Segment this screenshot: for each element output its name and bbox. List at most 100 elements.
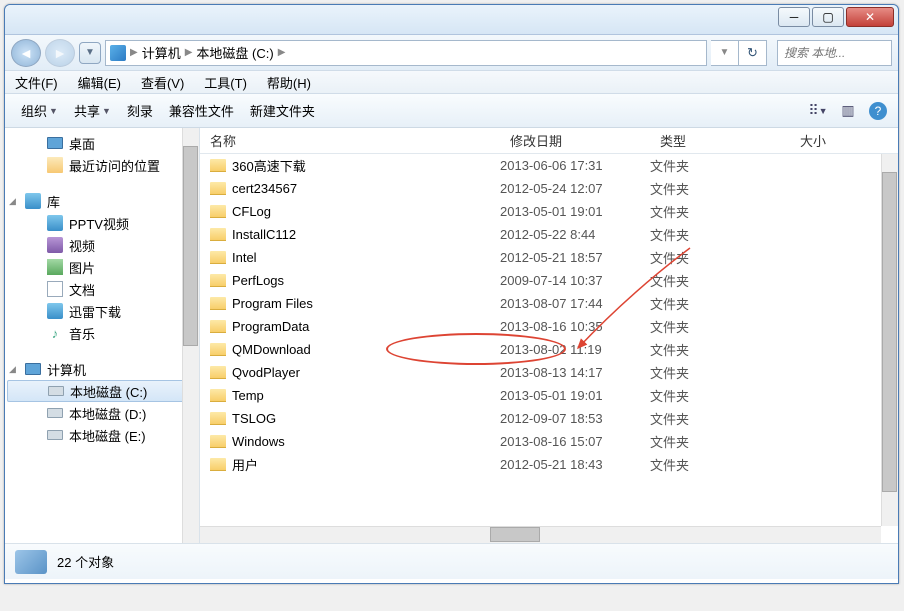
scrollbar-thumb[interactable] — [490, 527, 540, 542]
folder-icon — [210, 182, 226, 195]
menu-file[interactable]: 文件(F) — [5, 73, 68, 92]
file-row[interactable]: CFLog2013-05-01 19:01文件夹 — [200, 200, 898, 223]
column-name[interactable]: 名称 — [200, 131, 500, 150]
history-dropdown[interactable]: ▼ — [79, 42, 101, 64]
sidebar-item-pictures[interactable]: 图片 — [5, 256, 199, 278]
help-button[interactable]: ? — [866, 99, 890, 123]
sidebar-item-drive-d[interactable]: 本地磁盘 (D:) — [5, 402, 199, 424]
drive-large-icon — [15, 550, 47, 574]
sidebar-item-desktop[interactable]: 桌面 — [5, 132, 199, 154]
breadcrumb-drive-c[interactable]: 本地磁盘 (C:) — [194, 43, 275, 62]
file-row[interactable]: ProgramData2013-08-16 10:35文件夹 — [200, 315, 898, 338]
file-row[interactable]: 360高速下载2013-06-06 17:31文件夹 — [200, 154, 898, 177]
file-row[interactable]: Intel2012-05-21 18:57文件夹 — [200, 246, 898, 269]
sidebar-item-computer[interactable]: ◢ 计算机 — [5, 358, 199, 380]
file-row[interactable]: TSLOG2012-09-07 18:53文件夹 — [200, 407, 898, 430]
sidebar-item-documents[interactable]: 文档 — [5, 278, 199, 300]
file-type: 文件夹 — [650, 340, 790, 359]
folder-icon — [210, 297, 226, 310]
compat-files-button[interactable]: 兼容性文件 — [161, 97, 242, 124]
view-options-button[interactable]: ⠿ ▼ — [806, 99, 830, 123]
file-row[interactable]: QMDownload2013-08-02 11:19文件夹 — [200, 338, 898, 361]
file-name: 用户 — [232, 455, 258, 474]
file-type: 文件夹 — [650, 202, 790, 221]
menu-edit[interactable]: 编辑(E) — [68, 73, 131, 92]
menu-tools[interactable]: 工具(T) — [194, 73, 257, 92]
file-date: 2009-07-14 10:37 — [500, 273, 650, 288]
sidebar-item-pptv[interactable]: PPTV视频 — [5, 212, 199, 234]
file-row[interactable]: Program Files2013-08-07 17:44文件夹 — [200, 292, 898, 315]
file-date: 2013-05-01 19:01 — [500, 204, 650, 219]
folder-icon — [210, 389, 226, 402]
file-type: 文件夹 — [650, 156, 790, 175]
sidebar-item-music[interactable]: ♪音乐 — [5, 322, 199, 344]
scrollbar-thumb[interactable] — [882, 172, 897, 492]
file-type: 文件夹 — [650, 317, 790, 336]
file-type: 文件夹 — [650, 225, 790, 244]
search-input[interactable] — [784, 46, 885, 60]
file-row[interactable]: InstallC1122012-05-22 8:44文件夹 — [200, 223, 898, 246]
sidebar-item-label: 本地磁盘 (D:) — [69, 404, 146, 423]
column-type[interactable]: 类型 — [650, 131, 790, 150]
folder-icon — [210, 205, 226, 218]
breadcrumb-computer[interactable]: 计算机 — [140, 43, 183, 62]
file-row[interactable]: QvodPlayer2013-08-13 14:17文件夹 — [200, 361, 898, 384]
file-date: 2012-05-22 8:44 — [500, 227, 650, 242]
file-row[interactable]: Windows2013-08-16 15:07文件夹 — [200, 430, 898, 453]
file-name: QMDownload — [232, 342, 311, 357]
address-dropdown[interactable]: ▼ — [711, 40, 739, 66]
sidebar-item-xunlei[interactable]: 迅雷下载 — [5, 300, 199, 322]
vertical-scrollbar[interactable] — [881, 154, 898, 526]
file-date: 2013-05-01 19:01 — [500, 388, 650, 403]
file-row[interactable]: cert2345672012-05-24 12:07文件夹 — [200, 177, 898, 200]
sidebar-item-drive-c[interactable]: 本地磁盘 (C:) — [7, 380, 197, 402]
computer-icon — [25, 363, 41, 375]
column-size[interactable]: 大小 — [790, 131, 850, 150]
collapse-icon[interactable]: ◢ — [9, 364, 16, 375]
address-bar[interactable]: ▶ 计算机 ▶ 本地磁盘 (C:) ▶ — [105, 40, 707, 66]
file-type: 文件夹 — [650, 386, 790, 405]
forward-button[interactable]: ► — [45, 39, 75, 67]
horizontal-scrollbar[interactable] — [200, 526, 881, 543]
file-row[interactable]: Temp2013-05-01 19:01文件夹 — [200, 384, 898, 407]
column-date[interactable]: 修改日期 — [500, 131, 650, 150]
burn-button[interactable]: 刻录 — [119, 97, 161, 124]
back-button[interactable]: ◄ — [11, 39, 41, 67]
sidebar-item-videos[interactable]: 视频 — [5, 234, 199, 256]
menu-help[interactable]: 帮助(H) — [257, 73, 321, 92]
maximize-button[interactable]: ▢ — [812, 7, 844, 27]
menu-view[interactable]: 查看(V) — [131, 73, 194, 92]
file-list: 360高速下载2013-06-06 17:31文件夹cert2345672012… — [200, 154, 898, 524]
sidebar-item-libraries[interactable]: ◢库 — [5, 190, 199, 212]
drive-icon — [48, 386, 64, 396]
share-button[interactable]: 共享▼ — [66, 97, 119, 124]
computer-icon — [110, 45, 126, 61]
refresh-button[interactable]: ↻ — [739, 40, 767, 66]
sidebar-item-drive-e[interactable]: 本地磁盘 (E:) — [5, 424, 199, 446]
scrollbar-thumb[interactable] — [183, 146, 198, 346]
search-box[interactable] — [777, 40, 892, 66]
chevron-right-icon: ▶ — [128, 47, 140, 58]
sidebar-item-recent[interactable]: 最近访问的位置 — [5, 154, 199, 176]
organize-button[interactable]: 组织▼ — [13, 97, 66, 124]
file-row[interactable]: PerfLogs2009-07-14 10:37文件夹 — [200, 269, 898, 292]
close-button[interactable]: ✕ — [846, 7, 894, 27]
minimize-button[interactable]: ─ — [778, 7, 810, 27]
preview-pane-button[interactable]: ▥ — [836, 99, 860, 123]
file-name: Windows — [232, 434, 285, 449]
sidebar-scrollbar[interactable] — [182, 128, 199, 543]
new-folder-button[interactable]: 新建文件夹 — [242, 97, 323, 124]
folder-icon — [210, 251, 226, 264]
sidebar-item-label: 最近访问的位置 — [69, 156, 160, 175]
collapse-icon[interactable]: ◢ — [9, 196, 16, 207]
file-row[interactable]: 用户2012-05-21 18:43文件夹 — [200, 453, 898, 476]
recent-icon — [47, 157, 63, 173]
status-bar: 22 个对象 — [5, 543, 898, 579]
content-area: 桌面 最近访问的位置 ◢库 PPTV视频 视频 图片 文档 迅雷下载 ♪音乐 ◢… — [5, 128, 898, 543]
sidebar-item-label: 计算机 — [47, 360, 86, 379]
file-name: QvodPlayer — [232, 365, 300, 380]
file-date: 2012-05-24 12:07 — [500, 181, 650, 196]
folder-icon — [210, 228, 226, 241]
toolbar: 组织▼ 共享▼ 刻录 兼容性文件 新建文件夹 ⠿ ▼ ▥ ? — [5, 94, 898, 128]
music-icon: ♪ — [47, 325, 63, 341]
